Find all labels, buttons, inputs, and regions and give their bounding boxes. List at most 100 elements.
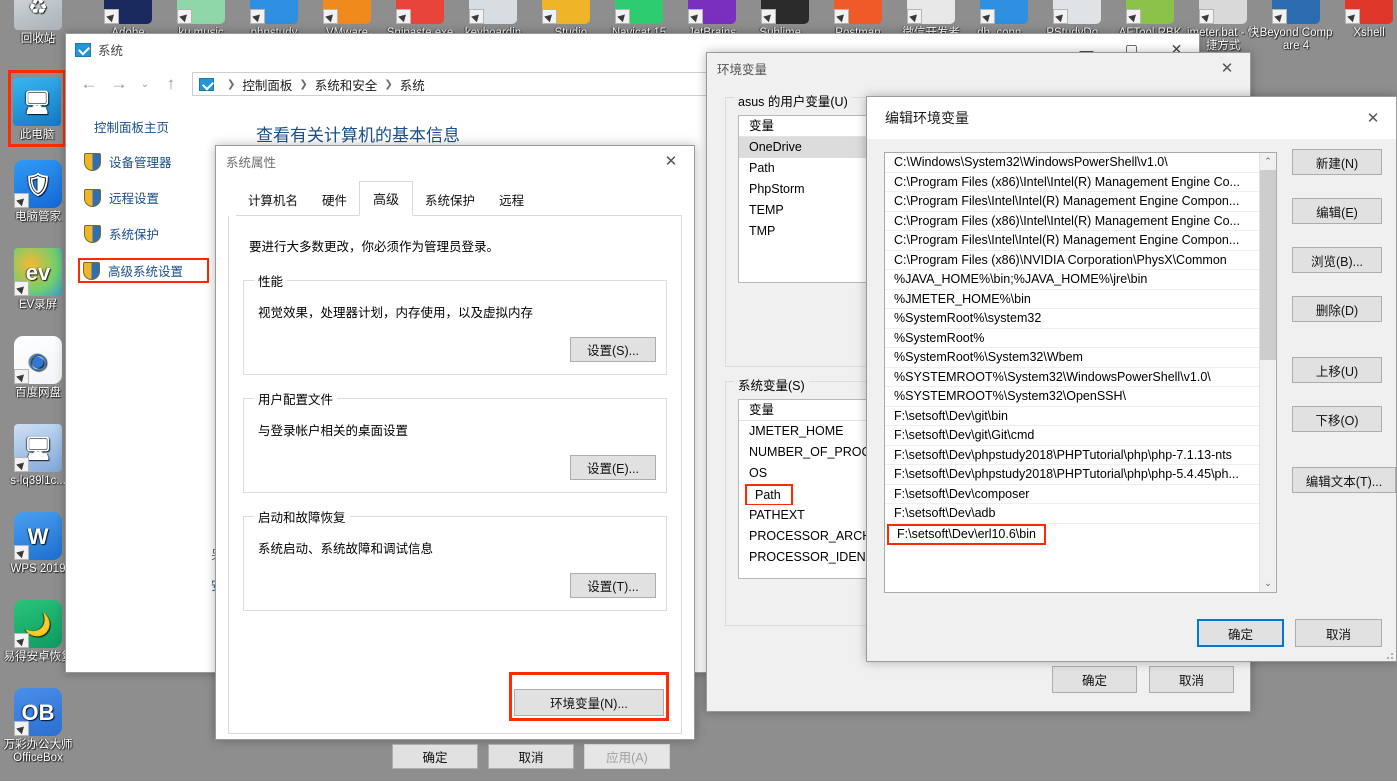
edit-environment-variable-dialog[interactable]: 编辑环境变量 ✕ C:\Windows\System32\WindowsPowe…	[866, 96, 1397, 662]
path-button-1[interactable]: 编辑(E)	[1292, 198, 1382, 224]
desktop-icon-label: Beyond Compare 4	[1259, 27, 1333, 52]
monitor-icon	[75, 42, 91, 57]
edit-env-title: 编辑环境变量	[885, 110, 969, 126]
path-button-6[interactable]: 编辑文本(T)...	[1292, 467, 1396, 493]
path-entry-row[interactable]: %SYSTEMROOT%\System32\WindowsPowerShell\…	[885, 368, 1259, 387]
path-entry-row[interactable]: F:\setsoft\Dev\git\Git\cmd	[885, 426, 1259, 446]
path-button-3[interactable]: 删除(D)	[1292, 296, 1382, 322]
system-properties-tabstrip[interactable]: 计算机名 硬件 高级 系统保护 远程	[236, 181, 682, 216]
sidebar-home-link[interactable]: 控制面板主页	[94, 117, 231, 136]
sidebar-item-2[interactable]: 系统保护	[80, 222, 231, 245]
shortcut-arrow-icon	[323, 9, 338, 24]
breadcrumb-item-1[interactable]: 系统和安全	[315, 75, 378, 94]
ok-button[interactable]: 确定	[1197, 619, 1284, 647]
desktop-icon-xshell[interactable]: Xshell	[1331, 0, 1397, 40]
path-entry-row[interactable]: F:\setsoft\Dev\phpstudy2018\PHPTutorial\…	[885, 465, 1259, 485]
path-button-5[interactable]: 下移(O)	[1292, 406, 1382, 432]
cancel-button[interactable]: 取消	[1295, 619, 1382, 647]
apply-button[interactable]: 应用(A)	[584, 744, 670, 769]
close-icon[interactable]: ✕	[1350, 97, 1396, 139]
ev-recorder-icon: ev	[14, 248, 62, 296]
tab-2[interactable]: 高级	[359, 181, 414, 216]
android-studio-icon	[542, 0, 590, 24]
path-entry-row[interactable]: F:\setsoft\Dev\composer	[885, 485, 1259, 504]
sidebar-item-1[interactable]: 远程设置	[80, 186, 231, 209]
edit-env-body: C:\Windows\System32\WindowsPowerShell\v1…	[867, 139, 1396, 661]
system-properties-footer[interactable]: 确定 取消 应用(A)	[228, 734, 682, 769]
forward-arrow-icon[interactable]: →	[104, 69, 134, 99]
breadcrumb-sep: ❯	[384, 78, 393, 90]
performance-legend: 性能	[258, 275, 284, 289]
scroll-up-icon[interactable]: ⌃	[1260, 153, 1276, 170]
shortcut-arrow-icon	[396, 9, 411, 24]
ok-button[interactable]: 确定	[392, 744, 478, 769]
tab-1[interactable]: 硬件	[310, 184, 359, 216]
desktop-icon-label: 此电脑	[19, 129, 55, 141]
path-entry-row[interactable]: C:\Program Files\Intel\Intel(R) Manageme…	[885, 192, 1259, 212]
path-entries-listbox[interactable]: C:\Windows\System32\WindowsPowerShell\v1…	[884, 152, 1277, 593]
path-entry-row[interactable]: C:\Program Files (x86)\Intel\Intel(R) Ma…	[885, 212, 1259, 231]
edit-env-footer[interactable]: 确定 取消	[1197, 619, 1382, 647]
path-entry-row[interactable]: F:\setsoft\Dev\phpstudy2018\PHPTutorial\…	[885, 446, 1259, 465]
startup-recovery-settings-button[interactable]: 设置(T)...	[570, 573, 656, 598]
scroll-down-icon[interactable]: ⌄	[1260, 575, 1276, 592]
path-entry-row[interactable]: C:\Program Files (x86)\NVIDIA Corporatio…	[885, 251, 1259, 270]
tab-3[interactable]: 系统保护	[413, 184, 487, 216]
path-entry-row[interactable]: %SystemRoot%\System32\Wbem	[885, 348, 1259, 368]
path-entry-row[interactable]: C:\Program Files\Intel\Intel(R) Manageme…	[885, 231, 1259, 251]
path-button-2[interactable]: 浏览(B)...	[1292, 247, 1382, 273]
path-button-0[interactable]: 新建(N)	[1292, 149, 1382, 175]
sidebar-item-3[interactable]: 高级系统设置	[78, 258, 209, 283]
ok-button[interactable]: 确定	[1052, 666, 1137, 693]
performance-settings-button[interactable]: 设置(S)...	[570, 337, 656, 362]
db-tool-icon	[980, 0, 1028, 24]
path-entry-row[interactable]: C:\Windows\System32\WindowsPowerShell\v1…	[885, 153, 1259, 173]
path-list-scrollbar[interactable]: ⌃ ⌄	[1259, 153, 1276, 592]
jmeter-bat-icon	[1199, 0, 1247, 24]
path-entry-row[interactable]: C:\Program Files (x86)\Intel\Intel(R) Ma…	[885, 173, 1259, 192]
desktop-icon-this-pc[interactable]: 🖥 此电脑	[8, 70, 66, 147]
user-profiles-settings-button[interactable]: 设置(E)...	[570, 455, 656, 480]
back-arrow-icon[interactable]: ←	[74, 69, 104, 99]
desktop-icon-office-box[interactable]: OB 万彩办公大师 OfficeBox	[0, 688, 76, 765]
path-entry-row[interactable]: %JMETER_HOME%\bin	[885, 290, 1259, 309]
shortcut-arrow-icon	[1126, 9, 1141, 24]
close-icon[interactable]: ✕	[648, 146, 694, 176]
path-entry-row[interactable]: F:\setsoft\Dev\adb	[885, 504, 1259, 524]
shield-icon	[84, 224, 101, 243]
button-group-gap	[1292, 345, 1382, 357]
environment-variables-button[interactable]: 环境变量(N)...	[514, 689, 664, 716]
up-arrow-icon[interactable]: ↑	[156, 69, 186, 99]
tab-0[interactable]: 计算机名	[236, 184, 310, 216]
system-properties-dialog[interactable]: 系统属性 ✕ 计算机名 硬件 高级 系统保护 远程 要进行大多数更改，你必须作为管理员登…	[215, 145, 695, 769]
path-entry-row[interactable]: F:\setsoft\Dev\git\bin	[885, 407, 1259, 426]
resize-grip-icon[interactable]	[1382, 648, 1393, 659]
path-entry-row[interactable]: %SystemRoot%\system32	[885, 309, 1259, 329]
path-entry-row[interactable]: %SYSTEMROOT%\System32\OpenSSH\	[885, 387, 1259, 407]
cancel-button[interactable]: 取消	[1149, 666, 1234, 693]
scrollbar-thumb[interactable]	[1260, 170, 1276, 360]
breadcrumb-item-0[interactable]: 控制面板	[242, 75, 292, 94]
desktop-icon-beyond-compare[interactable]: Beyond Compare 4	[1258, 0, 1334, 53]
cancel-button[interactable]: 取消	[488, 744, 574, 769]
environment-variables-titlebar: 环境变量 ✕	[707, 53, 1250, 83]
path-entry-row[interactable]: F:\setsoft\Dev\erl10.6\bin	[885, 523, 1259, 545]
path-entry-row[interactable]: %JAVA_HOME%\bin;%JAVA_HOME%\jre\bin	[885, 270, 1259, 290]
sidebar-item-0[interactable]: 设备管理器	[80, 150, 231, 173]
path-entry-row[interactable]: %SystemRoot%	[885, 329, 1259, 348]
environment-variables-highlight: 环境变量(N)...	[509, 672, 669, 721]
navicat-icon	[615, 0, 663, 24]
environment-variables-footer[interactable]: 确定 取消	[1052, 666, 1234, 693]
tab-4[interactable]: 远程	[487, 184, 536, 216]
path-button-4[interactable]: 上移(U)	[1292, 357, 1382, 383]
path-entry-highlighted[interactable]: F:\setsoft\Dev\erl10.6\bin	[887, 523, 1046, 545]
variable-name-highlighted[interactable]: Path	[745, 484, 793, 505]
shortcut-arrow-icon	[615, 9, 630, 24]
breadcrumb-item-2[interactable]: 系统	[400, 75, 425, 94]
wechat-devtools-icon	[907, 0, 955, 24]
shortcut-arrow-icon	[250, 9, 265, 24]
history-chevron-down-icon[interactable]: ⌄	[134, 69, 156, 99]
jetbrains-icon	[688, 0, 736, 24]
shortcut-arrow-icon	[14, 281, 29, 296]
close-icon[interactable]: ✕	[1204, 53, 1250, 83]
